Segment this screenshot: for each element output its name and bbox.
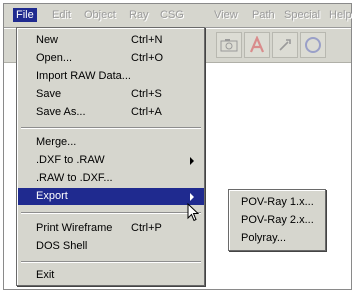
menu-item-merge[interactable]: Merge...: [18, 134, 204, 151]
menu-special[interactable]: Special: [284, 9, 320, 21]
menu-item-shortcut: Ctrl+S: [131, 88, 162, 100]
menu-item-label: Save: [36, 88, 62, 100]
menu-item-exit[interactable]: Exit: [18, 267, 204, 284]
menu-item-label: .DXF to .RAW: [36, 154, 105, 166]
menu-item-label: DOS Shell: [36, 240, 88, 252]
menu-item-raw-to-dxf[interactable]: .RAW to .DXF...: [18, 170, 204, 187]
menu-item-save[interactable]: Save Ctrl+S: [18, 86, 204, 103]
submenu-arrow-icon: [190, 193, 194, 201]
menu-item-label: Print Wireframe: [36, 222, 113, 234]
menu-item-shortcut: Ctrl+O: [131, 52, 164, 64]
menu-item-label: Import RAW Data...: [36, 70, 131, 82]
menu-ray[interactable]: Ray: [129, 9, 149, 21]
menu-item-open[interactable]: Open... Ctrl+O: [18, 50, 204, 67]
menu-file[interactable]: File: [13, 8, 37, 22]
menu-item-label: Save As...: [36, 106, 86, 118]
sphere-icon[interactable]: [300, 32, 326, 58]
menu-item-label: Export: [36, 190, 68, 202]
export-submenu: POV-Ray 1.x... POV-Ray 2.x... Polyray...: [228, 189, 326, 251]
menu-path[interactable]: Path: [252, 9, 275, 21]
menu-separator: [21, 127, 201, 129]
menu-item-shortcut: Ctrl+P: [131, 222, 162, 234]
camera-icon[interactable]: [216, 32, 242, 58]
menu-csg[interactable]: CSG: [160, 9, 184, 21]
menu-bar: File Edit Object Ray CSG View Path Speci…: [4, 4, 352, 28]
menu-edit[interactable]: Edit: [52, 9, 71, 21]
menu-item-export[interactable]: Export: [18, 188, 204, 205]
submenu-item-povray-2x[interactable]: POV-Ray 2.x...: [241, 214, 314, 226]
cursor-tool-icon[interactable]: [272, 32, 298, 58]
menu-separator: [21, 261, 201, 263]
menu-item-label: Open...: [36, 52, 73, 64]
menu-separator: [21, 212, 201, 214]
menu-item-print-wireframe[interactable]: Print Wireframe Ctrl+P: [18, 220, 204, 237]
menu-view[interactable]: View: [214, 9, 238, 21]
menu-item-label: Exit: [36, 269, 55, 281]
menu-item-shortcut: Ctrl+N: [131, 34, 163, 46]
menu-item-label: Merge...: [36, 136, 77, 148]
menu-object[interactable]: Object: [84, 9, 116, 21]
text-a-icon[interactable]: [244, 32, 270, 58]
menu-item-new[interactable]: New Ctrl+N: [18, 32, 204, 49]
file-menu: New Ctrl+N Open... Ctrl+O Import RAW Dat…: [16, 27, 205, 286]
menu-item-label: New: [36, 34, 59, 46]
mouse-pointer-icon: [187, 202, 201, 226]
submenu-item-povray-1x[interactable]: POV-Ray 1.x...: [241, 196, 314, 208]
submenu-arrow-icon: [190, 157, 194, 165]
submenu-item-polyray[interactable]: Polyray...: [241, 232, 286, 244]
menu-item-save-as[interactable]: Save As... Ctrl+A: [18, 104, 204, 121]
menu-help[interactable]: Help: [329, 9, 352, 21]
menu-item-shortcut: Ctrl+A: [131, 106, 162, 118]
menu-item-import-raw[interactable]: Import RAW Data...: [18, 68, 204, 85]
menu-item-dos-shell[interactable]: DOS Shell: [18, 238, 204, 255]
menu-item-label: .RAW to .DXF...: [36, 172, 113, 184]
menu-item-dxf-to-raw[interactable]: .DXF to .RAW: [18, 152, 204, 169]
